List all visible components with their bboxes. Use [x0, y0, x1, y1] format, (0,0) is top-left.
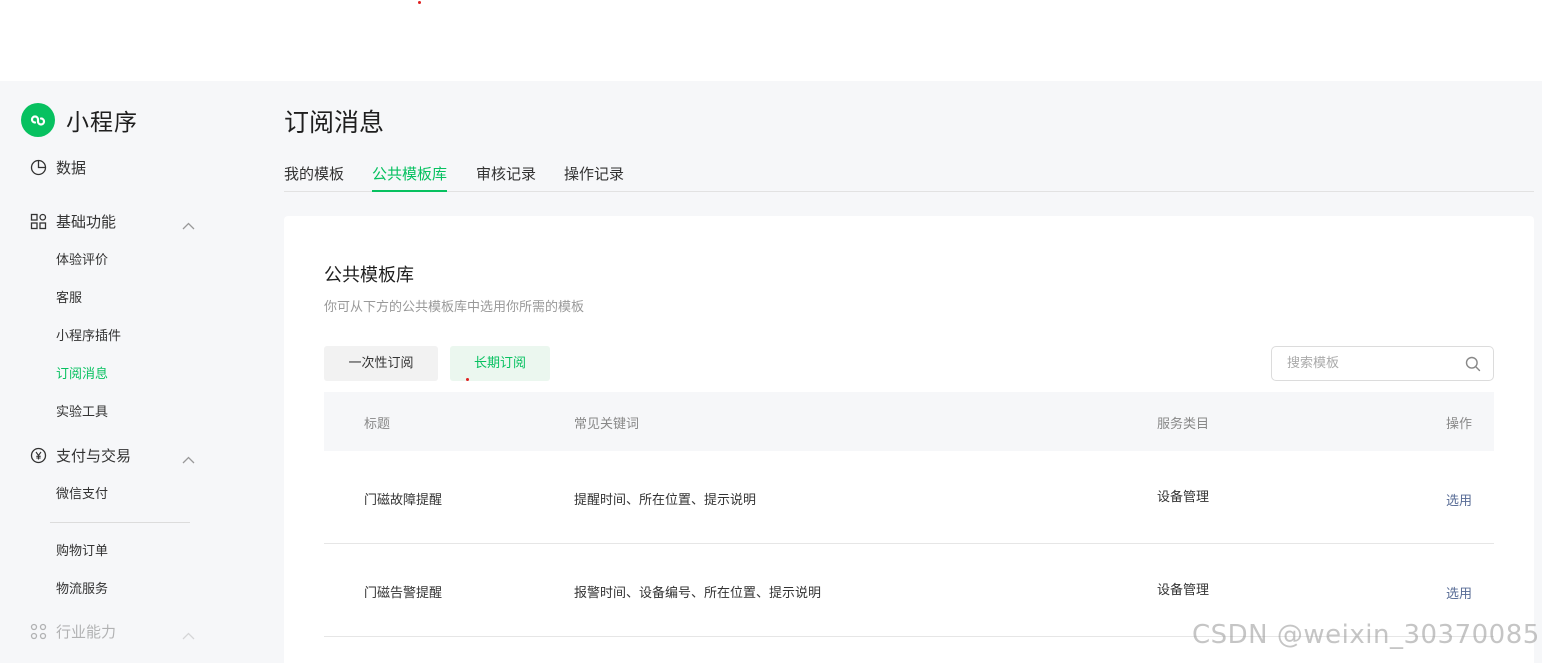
col-header-category: 服务类目	[1157, 417, 1210, 432]
tab-my-templates[interactable]: 我的模板	[284, 163, 344, 192]
col-header-action: 操作	[1446, 417, 1473, 432]
sidebar-item-experience-review[interactable]: 体验评价	[56, 251, 108, 271]
sidebar-item-subscription-messages[interactable]: 订阅消息	[56, 365, 108, 385]
col-header-title: 标题	[364, 417, 391, 432]
tab-public-library[interactable]: 公共模板库	[372, 163, 448, 192]
filter-one-time-button[interactable]: 一次性订阅	[324, 346, 438, 381]
nav-group-label: 数据	[56, 158, 87, 177]
library-title: 公共模板库	[324, 265, 414, 286]
sidebar-item-wechat-pay[interactable]: 微信支付	[56, 485, 108, 505]
nav-group-label: 行业能力	[56, 622, 117, 641]
yen-icon	[29, 446, 47, 464]
search-input[interactable]	[1287, 347, 1457, 380]
tab-bar: 我的模板 公共模板库 审核记录 操作记录	[284, 163, 1534, 192]
table-row: 门磁故障提醒 提醒时间、所在位置、提示说明 设备管理 选用	[324, 451, 1494, 544]
col-header-keywords: 常见关键词	[574, 417, 640, 432]
red-dot-mark	[466, 378, 469, 381]
nav-group-label: 支付与交易	[56, 446, 132, 465]
row-category: 设备管理	[1157, 490, 1210, 505]
nav-group-payment[interactable]: 支付与交易	[29, 443, 199, 467]
row-keywords: 提醒时间、所在位置、提示说明	[574, 493, 757, 508]
select-template-link[interactable]: 选用	[1446, 490, 1472, 509]
sidebar-item-lab-tools[interactable]: 实验工具	[56, 403, 108, 423]
page-title: 订阅消息	[284, 108, 385, 137]
red-dot-mark	[418, 1, 421, 4]
sidebar: 小程序 数据 基础功能 体验评价 客服 小程序插件 订阅消息 实验工具 支付与交…	[0, 81, 230, 663]
tab-operation-records[interactable]: 操作记录	[564, 163, 624, 192]
sidebar-item-plugins[interactable]: 小程序插件	[56, 327, 121, 347]
row-title: 门磁告警提醒	[364, 586, 443, 601]
nav-group-data[interactable]: 数据	[29, 155, 199, 179]
row-category: 设备管理	[1157, 583, 1210, 598]
mini-program-logo-icon	[21, 103, 55, 137]
nav-divider	[50, 522, 190, 523]
table-header: 标题 常见关键词 服务类目 操作	[324, 392, 1494, 451]
nav-group-label: 基础功能	[56, 212, 117, 231]
row-keywords: 报警时间、设备编号、所在位置、提示说明	[574, 586, 822, 601]
app-area: 小程序 数据 基础功能 体验评价 客服 小程序插件 订阅消息 实验工具 支付与交…	[0, 81, 1542, 663]
watermark: CSDN @weixin_30370085	[1192, 620, 1540, 650]
library-card: 公共模板库 你可从下方的公共模板库中选用你所需的模板 一次性订阅 长期订阅 标题…	[284, 216, 1534, 663]
chevron-up-icon[interactable]	[182, 215, 195, 234]
search-box[interactable]	[1271, 346, 1494, 381]
nav-group-industry[interactable]: 行业能力	[29, 619, 199, 643]
chevron-up-icon[interactable]	[182, 449, 195, 468]
sidebar-item-shopping-orders[interactable]: 购物订单	[56, 542, 108, 562]
sidebar-item-logistics[interactable]: 物流服务	[56, 580, 108, 600]
top-blank-area	[0, 0, 1542, 81]
search-icon[interactable]	[1465, 356, 1481, 376]
grid-icon	[29, 212, 47, 230]
row-title: 门磁故障提醒	[364, 493, 443, 508]
nav-group-basic[interactable]: 基础功能	[29, 209, 199, 233]
app-logo[interactable]: 小程序	[21, 103, 138, 137]
tab-review-records[interactable]: 审核记录	[476, 163, 536, 192]
select-template-link[interactable]: 选用	[1446, 583, 1472, 602]
app-name: 小程序	[66, 110, 138, 136]
pie-chart-icon	[29, 158, 47, 176]
chevron-up-icon[interactable]	[182, 625, 195, 644]
nodes-icon	[29, 622, 47, 640]
filter-long-term-button[interactable]: 长期订阅	[450, 346, 550, 381]
sidebar-item-customer-service[interactable]: 客服	[56, 289, 82, 309]
library-subtitle: 你可从下方的公共模板库中选用你所需的模板	[324, 300, 585, 315]
page-root: 小程序 数据 基础功能 体验评价 客服 小程序插件 订阅消息 实验工具 支付与交…	[0, 0, 1542, 663]
